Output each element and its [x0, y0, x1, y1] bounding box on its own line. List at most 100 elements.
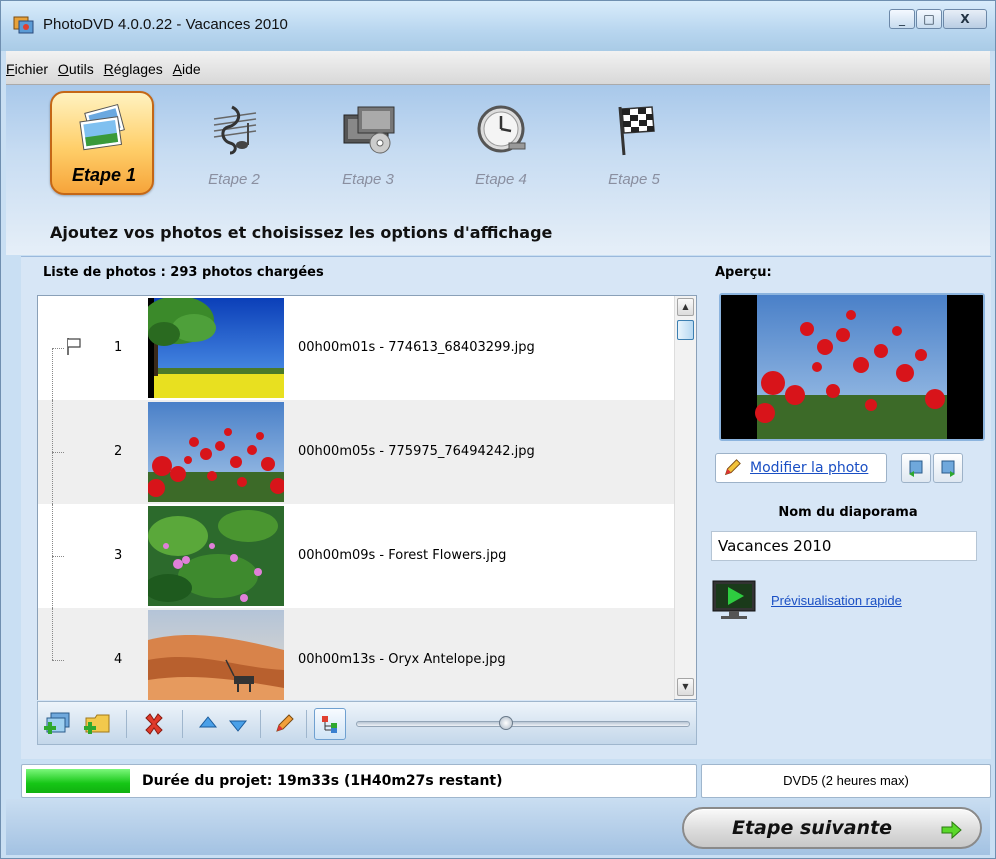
maximize-button[interactable]: □ [916, 9, 942, 29]
delete-button[interactable] [138, 708, 170, 740]
modify-photo-link[interactable]: Modifier la photo [750, 460, 868, 476]
photo-row[interactable]: 3 00h00m09s - Forest Flowers.jpg [38, 504, 674, 608]
edit-button[interactable] [268, 708, 300, 740]
scroll-thumb[interactable] [677, 320, 694, 340]
photo-list-scrollbar[interactable]: ▲ ▼ [674, 296, 696, 699]
delete-icon [145, 713, 163, 735]
menu-bar: Fichier Outils Réglages Aide [6, 51, 990, 85]
tree-branch [52, 660, 64, 661]
zoom-slider-track[interactable] [356, 721, 690, 727]
photo-row[interactable]: 2 00h00m05s - 775975_76494242.jpg [38, 400, 674, 504]
add-folder-button[interactable] [82, 708, 114, 740]
photo-thumbnail[interactable] [148, 402, 284, 502]
step-title: Ajoutez vos photos et choisissez les opt… [50, 223, 553, 242]
step-3-tab[interactable]: Etape 3 [316, 91, 420, 201]
photo-number: 1 [114, 340, 123, 355]
app-window: PhotoDVD 4.0.0.22 - Vacances 2010 _ □ X … [0, 0, 996, 859]
zoom-slider-knob[interactable] [499, 716, 513, 730]
rotate-left-icon [909, 460, 923, 477]
menu-outils-accel: O [57, 61, 69, 77]
tree-branch [52, 452, 64, 453]
menu-aide-accel: A [172, 61, 183, 77]
photo-number: 3 [114, 548, 123, 563]
add-photos-button[interactable] [42, 708, 74, 740]
photo-number: 4 [114, 652, 123, 667]
music-icon [213, 105, 257, 155]
menu-outils[interactable]: Outils [58, 61, 94, 77]
menu-outils-label: utils [68, 61, 94, 77]
window-title: PhotoDVD 4.0.0.22 - Vacances 2010 [43, 16, 288, 33]
maximize-icon: □ [923, 12, 935, 26]
bottom-bar: Etape suivante [6, 799, 990, 855]
step-2-label: Etape 2 [208, 171, 260, 188]
step-4-label: Etape 4 [475, 171, 527, 188]
photo-thumbnail[interactable] [148, 610, 284, 700]
photo-toolbar [37, 701, 697, 745]
step-1-label: Etape 1 [71, 165, 137, 185]
step-2-tab[interactable]: Etape 2 [182, 91, 286, 201]
photo-thumbnail[interactable] [148, 506, 284, 606]
quick-preview[interactable]: Prévisualisation rapide [711, 579, 902, 621]
photo-thumbnail[interactable] [148, 298, 284, 398]
menu-fichier[interactable]: Fichier [6, 61, 48, 77]
photos-icon [79, 103, 125, 151]
move-down-button[interactable] [222, 708, 254, 740]
tree-branch [52, 556, 64, 557]
title-bar[interactable]: PhotoDVD 4.0.0.22 - Vacances 2010 _ □ X [1, 1, 995, 51]
step-3-label: Etape 3 [342, 171, 394, 188]
close-icon: X [960, 12, 970, 26]
arrow-up-icon [198, 716, 218, 728]
photo-list[interactable]: 1 00h00m01s - 774613_68403299.jpg 2 00h0… [37, 295, 697, 700]
pencil-icon [724, 459, 741, 476]
modify-photo-button[interactable]: Modifier la photo [715, 453, 887, 483]
tree-line [52, 348, 53, 400]
tree-line [52, 608, 53, 660]
preview-label: Aperçu: [715, 265, 772, 280]
scroll-down-button[interactable]: ▼ [677, 678, 694, 696]
checkered-flag-icon [618, 106, 655, 156]
project-duration-bar: Durée du projet: 19m33s (1H40m27s restan… [21, 764, 697, 798]
menu-reglages-accel: R [103, 61, 114, 77]
photo-filename: 00h00m13s - Oryx Antelope.jpg [298, 652, 506, 667]
scroll-up-button[interactable]: ▲ [677, 298, 694, 316]
tree-view-toggle[interactable] [314, 708, 346, 740]
clock-icon [477, 105, 526, 153]
disc-type[interactable]: DVD5 (2 heures max) [701, 764, 991, 798]
close-button[interactable]: X [943, 9, 987, 29]
minimize-button[interactable]: _ [889, 9, 915, 29]
step-1-tab[interactable]: Etape 1 [50, 91, 154, 195]
tree-branch [52, 348, 64, 349]
photo-number: 2 [114, 444, 123, 459]
add-folder-icon [84, 714, 110, 734]
progress-fill [26, 769, 130, 793]
photo-preview [719, 293, 985, 441]
monitor-play-icon [712, 580, 756, 619]
tree-view-icon [322, 716, 337, 733]
photo-filename: 00h00m09s - Forest Flowers.jpg [298, 548, 507, 563]
flag-icon[interactable] [64, 336, 84, 356]
main-panel: Liste de photos : 293 photos chargées 1 [21, 256, 991, 759]
minimize-icon: _ [899, 12, 905, 26]
next-step-button[interactable]: Etape suivante [682, 807, 982, 849]
app-icon [13, 16, 34, 34]
menu-reglages[interactable]: Réglages [104, 61, 163, 77]
arrow-right-icon [941, 821, 962, 839]
move-up-button[interactable] [192, 708, 224, 740]
menu-fichier-accel: F [6, 61, 15, 77]
step-4-tab[interactable]: Etape 4 [449, 91, 553, 201]
menu-aide[interactable]: Aide [173, 61, 201, 77]
step-header: Etape 1 Etape 2 Etape 3 Etape 4 Etape 5 … [6, 85, 990, 255]
arrow-down-icon [228, 720, 248, 732]
step-5-tab[interactable]: Etape 5 [582, 91, 686, 201]
quick-preview-link[interactable]: Prévisualisation rapide [771, 593, 902, 608]
rotate-right-button[interactable] [933, 453, 963, 483]
slideshow-name-input[interactable]: Vacances 2010 [711, 531, 977, 561]
photo-row[interactable]: 1 00h00m01s - 774613_68403299.jpg [38, 296, 674, 400]
menu-fichier-label: ichier [14, 61, 49, 77]
photo-row[interactable]: 4 00h00m13s - Oryx Antelope.jpg [38, 608, 674, 700]
dvd-menu-icon [343, 106, 395, 154]
add-photos-icon [44, 712, 70, 734]
menu-reglages-label: églages [113, 61, 163, 77]
photo-filename: 00h00m01s - 774613_68403299.jpg [298, 340, 535, 355]
rotate-left-button[interactable] [901, 453, 931, 483]
